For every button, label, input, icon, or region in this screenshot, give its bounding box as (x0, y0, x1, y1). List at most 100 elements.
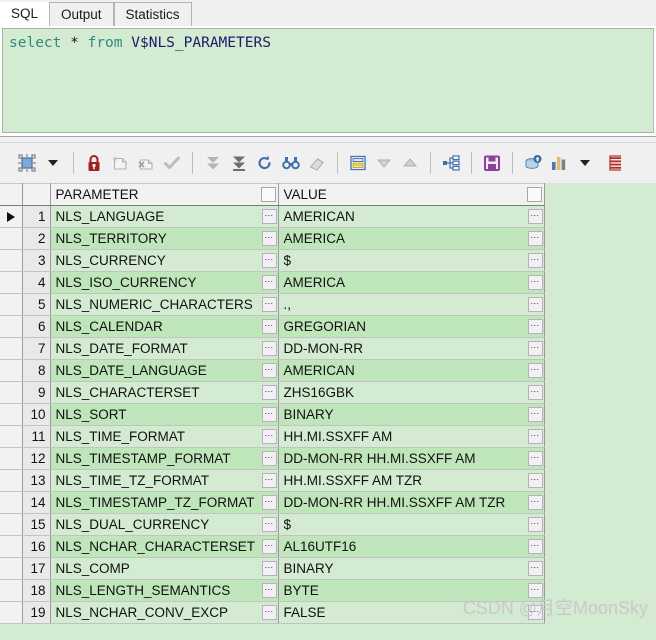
cell-editor-button[interactable]: ... (527, 517, 543, 532)
cell-editor-button[interactable]: ... (261, 341, 277, 356)
row-selector-cell[interactable] (0, 579, 23, 602)
table-row[interactable]: 14 NLS_TIMESTAMP_TZ_FORMAT... DD-MON-RR HH… (0, 491, 545, 514)
cell-editor-button[interactable]: ... (527, 341, 543, 356)
tab-sql[interactable]: SQL (0, 2, 50, 26)
parameter-cell[interactable]: NLS_LANGUAGE... (50, 205, 279, 228)
value-cell[interactable]: AL16UTF16... (278, 535, 545, 558)
value-cell[interactable]: HH.MI.SSXFF AM TZR... (278, 469, 545, 492)
cell-editor-button[interactable]: ... (261, 319, 277, 334)
tab-statistics[interactable]: Statistics (113, 2, 192, 26)
row-selector-cell[interactable] (0, 227, 23, 250)
cell-editor-button[interactable]: ... (261, 473, 277, 488)
table-row[interactable]: 2 NLS_TERRITORY... AMERICA... (0, 227, 545, 250)
table-row[interactable]: 8 NLS_DATE_LANGUAGE... AMERICAN... (0, 359, 545, 382)
row-selector-cell[interactable] (0, 315, 23, 338)
cell-editor-button[interactable]: ... (527, 473, 543, 488)
row-selector-cell[interactable] (0, 513, 23, 536)
value-cell[interactable]: ZHS16GBK... (278, 381, 545, 404)
table-row[interactable]: 1 NLS_LANGUAGE... AMERICAN... (0, 205, 545, 228)
table-row[interactable]: 17 NLS_COMP... BINARY... (0, 557, 545, 580)
cell-editor-button[interactable]: ... (527, 583, 543, 598)
cell-editor-button[interactable]: ... (261, 605, 277, 620)
parameter-cell[interactable]: NLS_TIMESTAMP_FORMAT... (50, 447, 279, 470)
cell-editor-button[interactable]: ... (261, 363, 277, 378)
chart-icon[interactable] (546, 150, 572, 176)
sql-editor[interactable]: select * from V$NLS_PARAMETERS (2, 28, 654, 133)
parameter-cell[interactable]: NLS_NUMERIC_CHARACTERS... (50, 293, 279, 316)
cell-editor-button[interactable]: ... (261, 407, 277, 422)
table-grid-icon[interactable] (598, 150, 624, 176)
parameter-cell[interactable]: NLS_TIME_TZ_FORMAT... (50, 469, 279, 492)
cell-editor-button[interactable]: ... (261, 231, 277, 246)
column-header-value[interactable]: VALUE (278, 183, 545, 206)
parameter-cell[interactable]: NLS_LENGTH_SEMANTICS... (50, 579, 279, 602)
table-row[interactable]: 15 NLS_DUAL_CURRENCY... $... (0, 513, 545, 536)
cell-editor-button[interactable]: ... (261, 583, 277, 598)
cell-editor-button[interactable]: ... (527, 231, 543, 246)
column-resize-grip-value[interactable] (526, 187, 542, 202)
cell-editor-button[interactable]: ... (527, 275, 543, 290)
table-row[interactable]: 9 NLS_CHARACTERSET... ZHS16GBK... (0, 381, 545, 404)
row-selector-cell[interactable] (0, 337, 23, 360)
table-row[interactable]: 4 NLS_ISO_CURRENCY... AMERICA... (0, 271, 545, 294)
parameter-cell[interactable]: NLS_ISO_CURRENCY... (50, 271, 279, 294)
parameter-cell[interactable]: NLS_DATE_LANGUAGE... (50, 359, 279, 382)
hierarchy-icon[interactable] (438, 150, 464, 176)
value-cell[interactable]: BINARY... (278, 403, 545, 426)
cell-editor-button[interactable]: ... (261, 275, 277, 290)
cell-editor-button[interactable]: ... (527, 407, 543, 422)
table-row[interactable]: 5 NLS_NUMERIC_CHARACTERS....,... (0, 293, 545, 316)
row-selector-cell[interactable] (0, 359, 23, 382)
cell-editor-button[interactable]: ... (261, 539, 277, 554)
table-row[interactable]: 16 NLS_NCHAR_CHARACTERSET... AL16UTF16... (0, 535, 545, 558)
cell-editor-button[interactable]: ... (261, 253, 277, 268)
parameter-cell[interactable]: NLS_COMP... (50, 557, 279, 580)
cell-editor-button[interactable]: ... (527, 495, 543, 510)
cell-editor-button[interactable]: ... (527, 363, 543, 378)
row-selector-cell[interactable] (0, 535, 23, 558)
value-cell[interactable]: AMERICA... (278, 271, 545, 294)
parameter-cell[interactable]: NLS_CALENDAR... (50, 315, 279, 338)
cell-editor-button[interactable]: ... (527, 297, 543, 312)
parameter-cell[interactable]: NLS_DUAL_CURRENCY... (50, 513, 279, 536)
row-selector-cell[interactable] (0, 205, 23, 228)
table-row[interactable]: 12 NLS_TIMESTAMP_FORMAT... DD-MON-RR HH.MI… (0, 447, 545, 470)
fetch-all-rows-icon[interactable] (226, 150, 252, 176)
value-cell[interactable]: FALSE... (278, 601, 545, 624)
parameter-cell[interactable]: NLS_TIME_FORMAT... (50, 425, 279, 448)
value-cell[interactable]: $... (278, 249, 545, 272)
row-selector-cell[interactable] (0, 249, 23, 272)
single-record-view-icon[interactable] (345, 150, 371, 176)
value-cell[interactable]: AMERICAN... (278, 205, 545, 228)
value-cell[interactable]: AMERICA... (278, 227, 545, 250)
value-cell[interactable]: .,... (278, 293, 545, 316)
table-row[interactable]: 10 NLS_SORT... BINARY... (0, 403, 545, 426)
export-database-icon[interactable] (520, 150, 546, 176)
row-selector-cell[interactable] (0, 447, 23, 470)
row-selector-cell[interactable] (0, 293, 23, 316)
cell-editor-button[interactable]: ... (261, 451, 277, 466)
table-row[interactable]: 3 NLS_CURRENCY... $... (0, 249, 545, 272)
value-cell[interactable]: $... (278, 513, 545, 536)
lock-icon[interactable] (81, 150, 107, 176)
cell-editor-button[interactable]: ... (261, 517, 277, 532)
column-resize-grip-parameter[interactable] (260, 187, 276, 202)
table-row[interactable]: 18 NLS_LENGTH_SEMANTICS... BYTE... (0, 579, 545, 602)
tab-output[interactable]: Output (49, 2, 114, 26)
cell-editor-button[interactable]: ... (527, 561, 543, 576)
cell-editor-button[interactable]: ... (527, 429, 543, 444)
value-cell[interactable]: GREGORIAN... (278, 315, 545, 338)
parameter-cell[interactable]: NLS_CURRENCY... (50, 249, 279, 272)
parameter-cell[interactable]: NLS_NCHAR_CHARACTERSET... (50, 535, 279, 558)
cell-editor-button[interactable]: ... (261, 297, 277, 312)
table-row[interactable]: 11 NLS_TIME_FORMAT... HH.MI.SSXFF AM... (0, 425, 545, 448)
save-icon[interactable] (479, 150, 505, 176)
chart-dropdown-icon[interactable] (572, 150, 598, 176)
grid-view-icon[interactable] (14, 150, 40, 176)
parameter-cell[interactable]: NLS_SORT... (50, 403, 279, 426)
cell-editor-button[interactable]: ... (527, 451, 543, 466)
parameter-cell[interactable]: NLS_NCHAR_CONV_EXCP... (50, 601, 279, 624)
value-cell[interactable]: BINARY... (278, 557, 545, 580)
parameter-cell[interactable]: NLS_TERRITORY... (50, 227, 279, 250)
cell-editor-button[interactable]: ... (527, 319, 543, 334)
